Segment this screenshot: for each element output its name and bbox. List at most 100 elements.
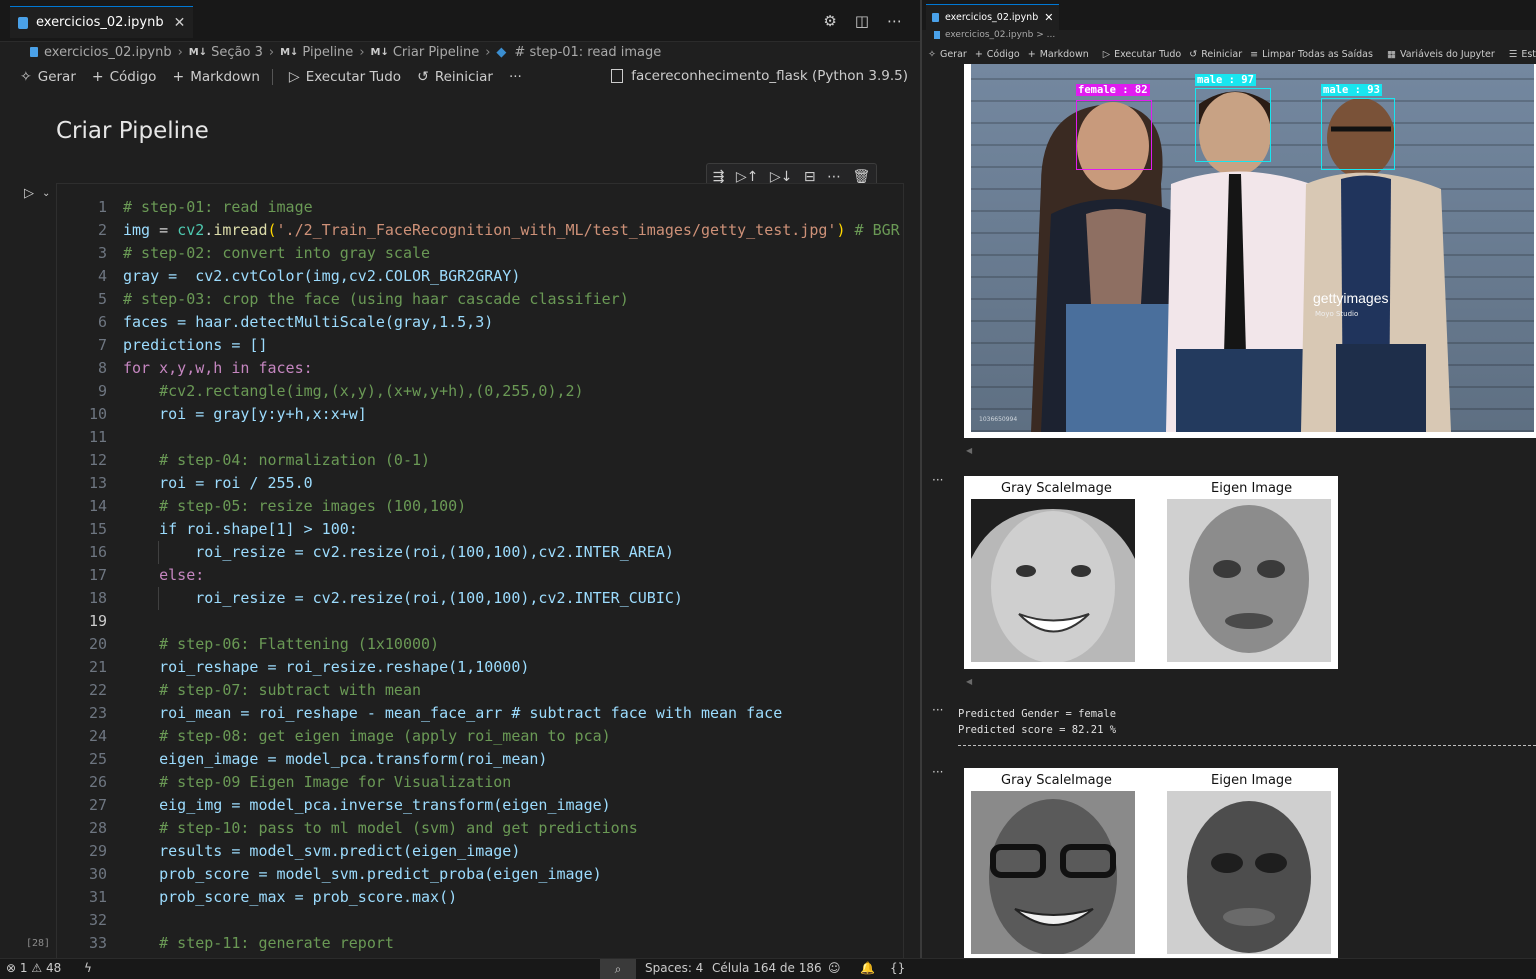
right-output-pane: exercicios_02.ipynb ✕ exercicios_02.ipyn… <box>922 0 1536 958</box>
close-icon[interactable]: ✕ <box>174 15 186 31</box>
watermark-credit: Moyo Studio <box>1315 310 1359 318</box>
problems-indicator[interactable]: ⊗ 1 ⚠ 48 <box>6 961 61 975</box>
indentation-setting[interactable]: Spaces: 4 <box>645 961 703 975</box>
gear-icon[interactable]: ⚙ <box>823 12 836 30</box>
breadcrumb-step[interactable]: # step-01: read image <box>514 45 661 60</box>
line-number: 7 <box>97 336 107 354</box>
code-line: roi_reshape = roi_resize.reshape(1,10000… <box>123 658 530 676</box>
token: img <box>123 221 151 239</box>
lightning-icon[interactable]: ϟ <box>84 961 92 975</box>
code-line: # step-02: convert into gray scale <box>123 244 431 262</box>
add-code-button[interactable]: + Código <box>975 49 1020 60</box>
output-more-icon[interactable]: ··· <box>932 765 943 779</box>
line-number: 24 <box>88 727 107 745</box>
line-number: 21 <box>88 658 107 676</box>
line-number: 16 <box>88 543 107 561</box>
code-line: prob_score = model_svm.predict_proba(eig… <box>123 865 602 883</box>
kernel-label: facereconhecimento_flask (Python 3.9.5) <box>631 68 908 84</box>
notebook-file-icon <box>30 47 38 57</box>
code-editor[interactable]: 1 # step-01: read image 2 img = cv2.imread… <box>56 183 904 958</box>
gerar-button[interactable]: ✧ Gerar <box>928 49 967 60</box>
tab-exercicios-02[interactable]: exercicios_02.ipynb ✕ <box>10 6 194 38</box>
markdown-icon: M↓ <box>188 46 208 58</box>
restart-button[interactable]: ↺ Reiniciar <box>1189 49 1242 60</box>
code-line: predictions = [] <box>123 336 268 354</box>
run-all-button[interactable]: ▷ Executar Tudo <box>289 69 401 85</box>
code-line: # step-07: subtract with mean <box>123 681 422 699</box>
notebook-file-icon <box>934 31 940 39</box>
line-number: 28 <box>88 819 107 837</box>
breadcrumb-pipeline[interactable]: Pipeline <box>302 45 353 60</box>
breadcrumb-file[interactable]: exercicios_02.ipynb <box>44 45 172 60</box>
scroll-left-icon[interactable]: ◀ <box>966 677 972 686</box>
output-more-icon[interactable]: ··· <box>932 703 943 717</box>
more-actions-icon[interactable]: ⋯ <box>887 12 902 30</box>
gray-scale-title: Gray ScaleImage <box>1001 773 1112 788</box>
add-markdown-button[interactable]: + Markdown <box>1028 49 1089 60</box>
code-line: results = model_svm.predict(eigen_image) <box>123 842 521 860</box>
executar-label: Executar Tudo <box>305 69 402 85</box>
add-code-button[interactable]: + Código <box>92 69 157 85</box>
run-all-icon: ▷ <box>1102 48 1111 60</box>
code-line: # step-06: Flattening (1x10000) <box>123 635 440 653</box>
clear-outputs-button[interactable]: ≡ Limpar Todas as Saídas <box>1250 49 1373 60</box>
braces-icon[interactable]: {} <box>890 961 905 975</box>
person-man1-jeans <box>1176 349 1311 432</box>
editor-scrollbar[interactable] <box>904 100 918 958</box>
line-number: 8 <box>97 359 107 377</box>
limpar-label: Limpar Todas as Saídas <box>1262 48 1373 60</box>
reiniciar-label: Reiniciar <box>1201 48 1243 60</box>
split-editor-icon[interactable]: ◫ <box>855 12 869 30</box>
copilot-icon[interactable]: ☺ <box>828 961 841 975</box>
markdown-heading: Criar Pipeline <box>56 118 209 144</box>
run-cell-icon[interactable]: ▷ <box>24 186 34 201</box>
more-button[interactable]: ··· <box>509 69 522 85</box>
restart-icon: ↺ <box>417 69 429 85</box>
gerar-button[interactable]: ✧ Gerar <box>20 69 76 85</box>
line-number: 17 <box>88 566 107 584</box>
notebook-file-icon <box>932 13 939 22</box>
outline-button[interactable]: ☰Estrutu <box>1509 49 1536 60</box>
code-line: roi_mean = roi_reshape - mean_face_arr #… <box>123 704 783 722</box>
line-number: 27 <box>88 796 107 814</box>
restart-button[interactable]: ↺ Reiniciar <box>417 69 493 85</box>
kernel-picker[interactable]: facereconhecimento_flask (Python 3.9.5) <box>611 68 908 84</box>
code-line: # step-05: resize images (100,100) <box>123 497 467 515</box>
line-number: 20 <box>88 635 107 653</box>
bell-icon[interactable]: 🔔 <box>860 961 875 975</box>
tab-label: exercicios_02.ipynb <box>945 12 1039 23</box>
tab-label: exercicios_02.ipynb <box>36 15 164 30</box>
notebook-toolbar: ✧ Gerar + Código + Markdown ▷ Executar Tudo … <box>922 44 1536 64</box>
markdown-icon: M↓ <box>280 46 299 58</box>
breadcrumb-section[interactable]: Seção 3 <box>211 45 263 60</box>
code-line: # step-10: pass to ml model (svm) and ge… <box>123 819 638 837</box>
executar-label: Executar Tudo <box>1114 48 1182 60</box>
gray-face-drawing <box>971 791 1135 954</box>
variables-button[interactable]: ▦ Variáveis do Jupyter <box>1387 49 1495 60</box>
code-line: roi_resize = cv2.resize(roi,(100,100),cv… <box>123 589 683 607</box>
breadcrumb-criar[interactable]: Criar Pipeline <box>393 45 479 60</box>
editor-tab-bar: exercicios_02.ipynb ✕ <box>922 0 1536 30</box>
cell-position[interactable]: Célula 164 de 186 <box>712 961 822 975</box>
zoom-icon[interactable]: ⌕ <box>600 959 636 979</box>
line-number: 19 <box>88 612 107 630</box>
scroll-left-icon[interactable]: ◀ <box>966 446 972 455</box>
warning-icon: ⚠ <box>31 961 43 975</box>
tab-exercicios-02[interactable]: exercicios_02.ipynb ✕ <box>926 4 1060 30</box>
eigen-face-image <box>1167 791 1331 954</box>
chevron-down-icon[interactable]: ⌄ <box>42 188 50 199</box>
output-more-icon[interactable]: ··· <box>932 473 943 487</box>
reiniciar-label: Reiniciar <box>434 69 493 85</box>
line-number: 30 <box>88 865 107 883</box>
eye-right <box>1071 565 1091 577</box>
close-icon[interactable]: ✕ <box>1044 11 1053 24</box>
add-markdown-button[interactable]: + Markdown <box>172 69 259 85</box>
sparkle-icon: ✧ <box>928 48 936 60</box>
breadcrumb-file[interactable]: exercicios_02.ipynb > ... <box>945 30 1055 40</box>
line-number: 32 <box>88 911 107 929</box>
run-all-button[interactable]: ▷ Executar Tudo <box>1103 49 1181 60</box>
token: './2_Train_FaceRecognition_with_ML/test_… <box>276 221 837 239</box>
code-line: for x,y,w,h in faces: <box>123 359 313 377</box>
blur-mouth <box>1225 613 1273 629</box>
blur-eye-right <box>1255 853 1287 873</box>
